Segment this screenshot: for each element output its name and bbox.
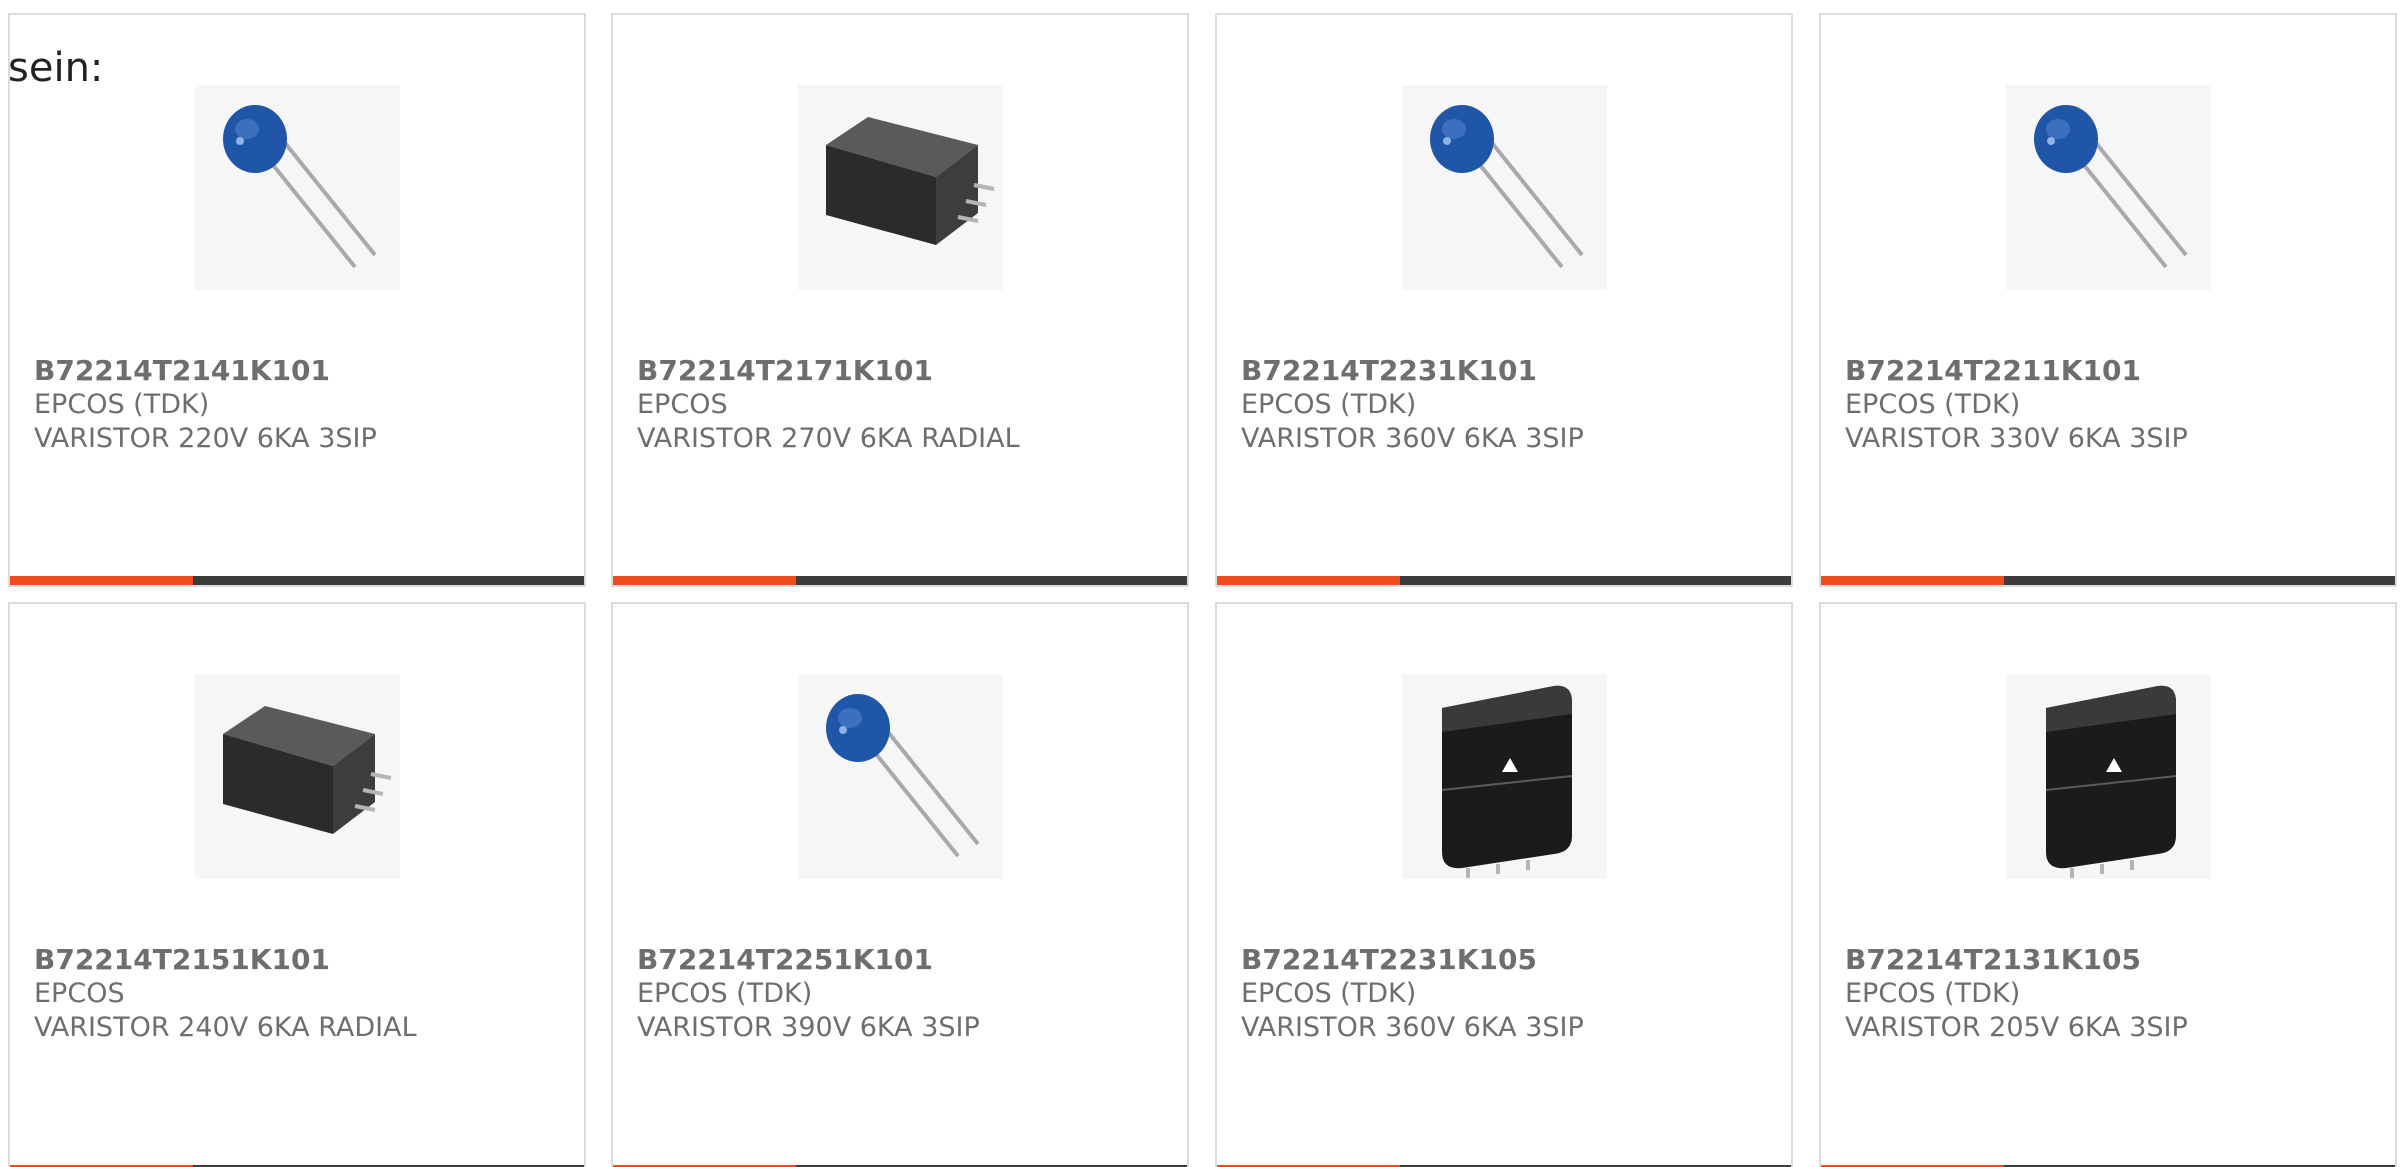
manufacturer-label: EPCOS (TDK) [1845, 978, 2021, 1009]
intro-text: sein: [8, 45, 104, 91]
part-number-link[interactable]: B72214T2251K101 [637, 942, 933, 978]
product-card[interactable]: B72214T2171K101 EPCOS VARISTOR 270V 6KA … [611, 13, 1189, 587]
product-card[interactable]: B72214T2231K101 EPCOS (TDK) VARISTOR 360… [1215, 13, 1793, 587]
manufacturer-label: EPCOS (TDK) [1845, 389, 2021, 420]
card-accent-bar [1217, 576, 1791, 585]
card-accent-bar [613, 576, 1187, 585]
description-label: VARISTOR 205V 6KA 3SIP [1845, 1012, 2188, 1043]
part-number-link[interactable]: B72214T2231K105 [1241, 942, 1537, 978]
part-number-link[interactable]: B72214T2231K101 [1241, 353, 1537, 389]
description-label: VARISTOR 360V 6KA 3SIP [1241, 423, 1584, 454]
disc-varistor-icon[interactable] [1402, 85, 1607, 290]
encapsulated-varistor-icon[interactable] [1402, 674, 1607, 879]
manufacturer-label: EPCOS [637, 389, 728, 420]
card-accent-segment [10, 576, 193, 585]
manufacturer-label: EPCOS (TDK) [1241, 389, 1417, 420]
product-card[interactable]: B72214T2131K105 EPCOS (TDK) VARISTOR 205… [1819, 602, 2397, 1167]
manufacturer-label: EPCOS (TDK) [637, 978, 813, 1009]
part-number-link[interactable]: B72214T2171K101 [637, 353, 933, 389]
description-label: VARISTOR 240V 6KA RADIAL [34, 1012, 417, 1043]
card-accent-segment [613, 576, 796, 585]
description-label: VARISTOR 270V 6KA RADIAL [637, 423, 1020, 454]
product-grid-page: sein: B72214T2141K101 EPCOS (TDK) VARIST… [0, 0, 2400, 1167]
block-varistor-icon[interactable] [798, 85, 1003, 290]
encapsulated-varistor-icon[interactable] [2006, 674, 2211, 879]
card-accent-segment [1821, 576, 2004, 585]
product-card[interactable]: B72214T2141K101 EPCOS (TDK) VARISTOR 220… [8, 13, 586, 587]
disc-varistor-icon[interactable] [798, 674, 1003, 879]
description-label: VARISTOR 330V 6KA 3SIP [1845, 423, 2188, 454]
part-number-link[interactable]: B72214T2141K101 [34, 353, 330, 389]
manufacturer-label: EPCOS [34, 978, 125, 1009]
description-label: VARISTOR 390V 6KA 3SIP [637, 1012, 980, 1043]
disc-varistor-icon[interactable] [195, 85, 400, 290]
part-number-link[interactable]: B72214T2131K105 [1845, 942, 2141, 978]
product-card[interactable]: B72214T2211K101 EPCOS (TDK) VARISTOR 330… [1819, 13, 2397, 587]
card-accent-bar [10, 576, 584, 585]
product-card[interactable]: B72214T2231K105 EPCOS (TDK) VARISTOR 360… [1215, 602, 1793, 1167]
part-number-link[interactable]: B72214T2151K101 [34, 942, 330, 978]
part-number-link[interactable]: B72214T2211K101 [1845, 353, 2141, 389]
manufacturer-label: EPCOS (TDK) [1241, 978, 1417, 1009]
card-accent-segment [1217, 576, 1400, 585]
product-card[interactable]: B72214T2251K101 EPCOS (TDK) VARISTOR 390… [611, 602, 1189, 1167]
description-label: VARISTOR 360V 6KA 3SIP [1241, 1012, 1584, 1043]
block-varistor-icon[interactable] [195, 674, 400, 879]
disc-varistor-icon[interactable] [2006, 85, 2211, 290]
product-card[interactable]: B72214T2151K101 EPCOS VARISTOR 240V 6KA … [8, 602, 586, 1167]
card-accent-bar [1821, 576, 2395, 585]
manufacturer-label: EPCOS (TDK) [34, 389, 210, 420]
description-label: VARISTOR 220V 6KA 3SIP [34, 423, 377, 454]
